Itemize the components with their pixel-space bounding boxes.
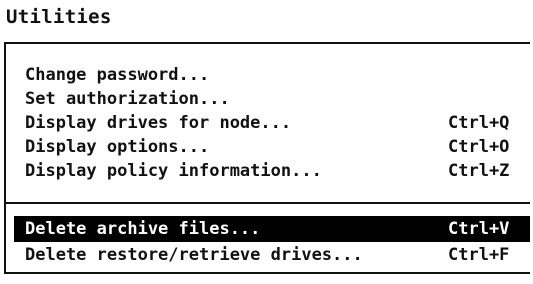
menu-item-shortcut: Ctrl+Z	[448, 161, 510, 181]
menu-title[interactable]: Utilities	[6, 5, 112, 29]
menu-item-label: Set authorization...	[25, 89, 230, 109]
menu-group-delete: Delete archive files... Ctrl+V Delete re…	[6, 216, 530, 268]
menu-item-label: Display options...	[25, 137, 210, 157]
menu-item-display-policy-information[interactable]: Display policy information... Ctrl+Z	[6, 159, 530, 183]
menu-item-display-options[interactable]: Display options... Ctrl+O	[6, 135, 530, 159]
menu-item-change-password[interactable]: Change password...	[6, 63, 530, 87]
menu-item-display-drives-for-node[interactable]: Display drives for node... Ctrl+Q	[6, 111, 530, 135]
menu-item-label: Display drives for node...	[25, 113, 292, 133]
menu-item-label: Delete archive files...	[25, 219, 261, 239]
menu-item-delete-restore-retrieve-drives[interactable]: Delete restore/retrieve drives... Ctrl+F	[6, 242, 530, 268]
menu-item-delete-archive-files[interactable]: Delete archive files... Ctrl+V	[14, 216, 530, 242]
menu-item-shortcut: Ctrl+O	[448, 137, 510, 157]
menu-item-shortcut: Ctrl+V	[448, 219, 510, 239]
utilities-dropdown-menu: Change password... Set authorization... …	[4, 42, 530, 274]
menu-item-label: Delete restore/retrieve drives...	[25, 245, 363, 265]
menu-separator	[6, 202, 530, 204]
menu-item-label: Display policy information...	[25, 161, 322, 181]
menu-item-label: Change password...	[25, 65, 210, 85]
menu-item-shortcut: Ctrl+Q	[448, 113, 510, 133]
menu-item-shortcut: Ctrl+F	[448, 245, 510, 265]
menu-item-set-authorization[interactable]: Set authorization...	[6, 87, 530, 111]
menu-group-account: Change password... Set authorization... …	[6, 63, 530, 183]
